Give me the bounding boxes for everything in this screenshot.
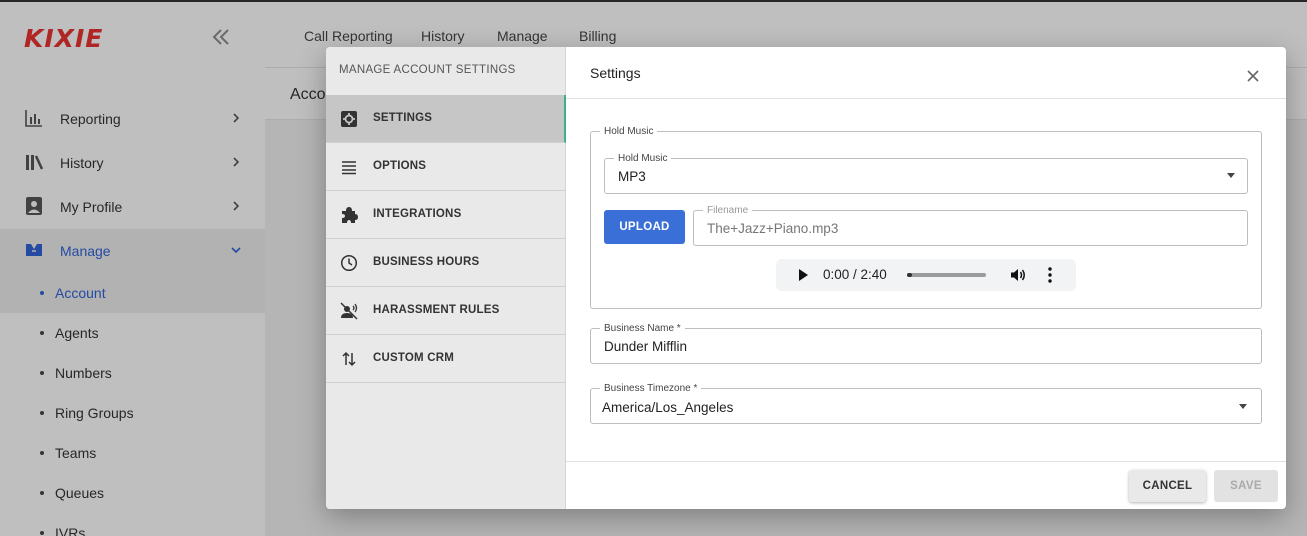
modal-nav-item-label: BUSINESS HOURS — [373, 256, 480, 268]
puzzle-icon — [342, 207, 358, 223]
modal-nav-item-settings[interactable]: SETTINGS — [326, 95, 566, 143]
modal-nav-item-label: SETTINGS — [373, 112, 433, 124]
hold-music-select-value: MP3 — [618, 169, 646, 184]
upload-button[interactable]: UPLOAD — [604, 210, 685, 244]
modal-nav-item-label: HARASSMENT RULES — [373, 304, 500, 316]
modal-footer: CANCEL SAVE — [566, 461, 1286, 509]
business-timezone-value: America/Los_Angeles — [602, 400, 734, 415]
business-name-field[interactable]: Business Name * Dunder Mifflin — [590, 322, 1262, 364]
modal-nav-item-label: OPTIONS — [373, 160, 427, 172]
dropdown-arrow-icon — [1239, 404, 1247, 409]
settings-icon — [341, 111, 357, 127]
cancel-button[interactable]: CANCEL — [1129, 470, 1206, 502]
filename-field[interactable]: Filename The+Jazz+Piano.mp3 — [693, 204, 1248, 246]
modal-nav-item-harassment-rules[interactable]: HARASSMENT RULES — [326, 287, 566, 335]
list-icon — [342, 161, 356, 175]
filename-field-value: The+Jazz+Piano.mp3 — [707, 221, 839, 236]
voice-off-icon — [340, 302, 358, 320]
hold-music-select[interactable]: Hold Music MP3 — [604, 152, 1248, 194]
modal-title: Settings — [590, 65, 641, 81]
dropdown-arrow-icon — [1227, 173, 1235, 178]
modal-nav: MANAGE ACCOUNT SETTINGS SETTINGS OPTIONS… — [326, 47, 566, 509]
play-icon[interactable] — [796, 268, 810, 282]
modal-nav-item-integrations[interactable]: INTEGRATIONS — [326, 191, 566, 239]
audio-player: 0:00 / 2:40 — [776, 259, 1076, 291]
filename-field-label: Filename — [703, 204, 753, 217]
modal-nav-item-label: CUSTOM CRM — [373, 352, 455, 364]
modal-main: Settings Hold Music Hold Music MP3 UPLOA… — [566, 47, 1286, 509]
hold-music-group-legend: Hold Music — [600, 125, 658, 138]
business-timezone-label: Business Timezone * — [600, 382, 702, 395]
modal-nav-item-custom-crm[interactable]: CUSTOM CRM — [326, 335, 566, 383]
modal-nav-item-options[interactable]: OPTIONS — [326, 143, 566, 191]
audio-time: 0:00 / 2:40 — [823, 267, 887, 282]
modal-nav-title: MANAGE ACCOUNT SETTINGS — [339, 64, 516, 76]
close-icon[interactable] — [1246, 69, 1260, 83]
hold-music-select-label: Hold Music — [614, 152, 672, 165]
volume-icon[interactable] — [1009, 266, 1027, 284]
audio-seek-thumb[interactable] — [907, 273, 912, 277]
clock-icon — [340, 254, 358, 272]
business-timezone-select[interactable]: Business Timezone * America/Los_Angeles — [590, 382, 1262, 424]
modal-nav-item-business-hours[interactable]: BUSINESS HOURS — [326, 239, 566, 287]
more-vertical-icon[interactable] — [1046, 266, 1054, 284]
business-name-value: Dunder Mifflin — [604, 339, 688, 354]
business-name-label: Business Name * — [600, 322, 685, 335]
account-settings-modal: MANAGE ACCOUNT SETTINGS SETTINGS OPTIONS… — [326, 47, 1286, 509]
save-button[interactable]: SAVE — [1214, 470, 1278, 502]
audio-seek-bar[interactable] — [907, 273, 986, 277]
swap-vertical-icon — [342, 351, 356, 367]
modal-header: Settings — [566, 47, 1286, 99]
modal-nav-item-label: INTEGRATIONS — [373, 208, 462, 220]
